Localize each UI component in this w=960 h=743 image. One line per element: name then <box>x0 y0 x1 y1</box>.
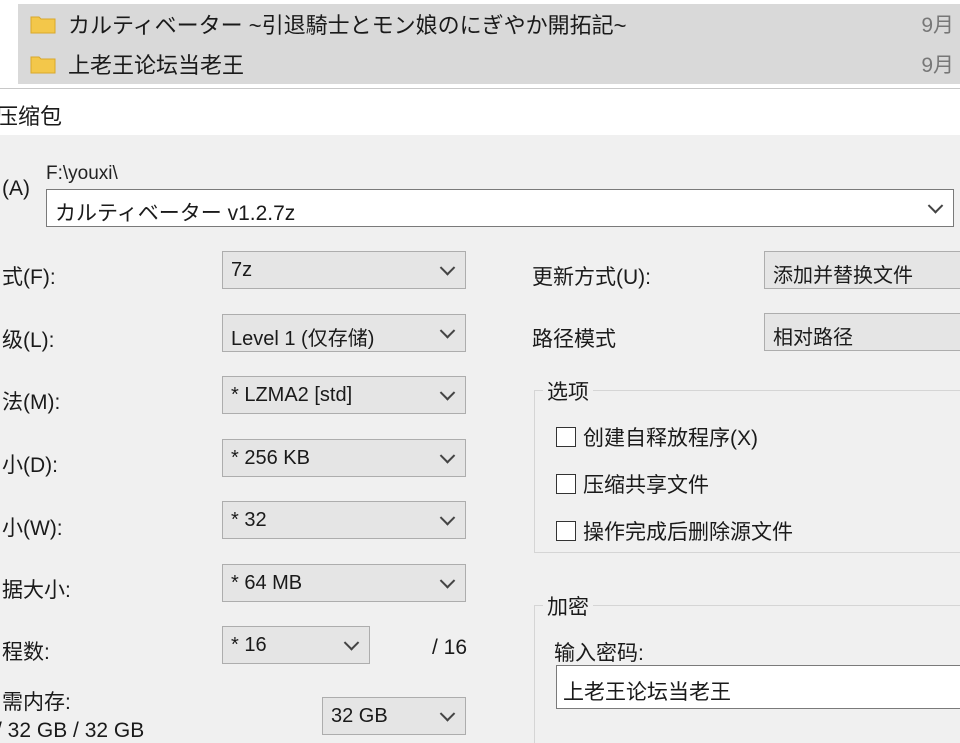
shared-option[interactable]: 压缩共享文件 <box>556 469 709 499</box>
archive-path: F:\youxi\ <box>46 163 118 184</box>
password-label: 输入密码: <box>554 642 644 665</box>
shared-option-label: 压缩共享文件 <box>583 474 709 497</box>
sfx-option[interactable]: 创建自释放程序(X) <box>556 422 758 452</box>
memory-combo-value: 32 GB <box>331 705 388 727</box>
word-label: 小(W): <box>2 517 63 540</box>
pathmode-combo[interactable]: 相对路径 <box>764 313 960 351</box>
format-label: 式(F): <box>2 266 56 289</box>
add-archive-dialog: 压缩包 (A) F:\youxi\ カルティベーター v1.2.7z 式(F):… <box>0 88 960 743</box>
update-value: 添加并替换文件 <box>773 265 913 287</box>
solid-value: * 64 MB <box>231 572 303 594</box>
memory-value: / 32 GB / 32 GB <box>0 719 145 742</box>
dict-label: 小(D): <box>2 454 58 477</box>
file-date: 9月 <box>921 54 954 77</box>
level-combo[interactable]: Level 1 (仅存储) <box>222 314 466 352</box>
dialog-title: 压缩包 <box>0 104 63 129</box>
file-list: カルティベーター ~引退騎士とモン娘のにぎやか開拓記~ 9月 上老王论坛当老王 … <box>0 0 960 88</box>
delete-option[interactable]: 操作完成后删除源文件 <box>556 516 793 546</box>
solid-combo[interactable]: * 64 MB <box>222 564 466 602</box>
archive-label: (A) <box>2 177 30 200</box>
encryption-title: 加密 <box>543 591 593 621</box>
chevron-down-icon[interactable] <box>439 385 456 401</box>
threads-combo[interactable]: * 16 <box>222 626 370 664</box>
file-row[interactable]: カルティベーター ~引退騎士とモン娘のにぎやか開拓記~ 9月 <box>18 4 960 44</box>
password-value: 上老王论坛当老王 <box>563 681 731 704</box>
threads-value: * 16 <box>231 634 267 656</box>
archive-name-value: カルティベーター v1.2.7z <box>55 202 296 225</box>
folder-icon <box>30 54 56 74</box>
level-label: 级(L): <box>2 329 55 352</box>
threads-label: 程数: <box>2 641 50 664</box>
memory-combo[interactable]: 32 GB <box>322 697 466 735</box>
dict-combo[interactable]: * 256 KB <box>222 439 466 477</box>
file-date: 9月 <box>921 14 954 37</box>
dict-value: * 256 KB <box>231 447 310 469</box>
method-value: * LZMA2 [std] <box>231 384 353 406</box>
archive-name-combo[interactable]: カルティベーター v1.2.7z <box>46 189 954 227</box>
threads-max: / 16 <box>432 636 468 659</box>
memory-label: 需内存: <box>2 691 71 714</box>
chevron-down-icon[interactable] <box>439 573 456 589</box>
word-combo[interactable]: * 32 <box>222 501 466 539</box>
sfx-option-label: 创建自释放程序(X) <box>583 427 758 450</box>
folder-icon <box>30 14 56 34</box>
password-input[interactable]: 上老王论坛当老王 <box>556 665 960 709</box>
chevron-down-icon[interactable] <box>439 706 456 722</box>
update-label: 更新方式(U): <box>532 266 651 289</box>
chevron-down-icon[interactable] <box>439 323 456 339</box>
update-combo[interactable]: 添加并替换文件 <box>764 251 960 289</box>
method-label: 法(M): <box>2 391 61 414</box>
file-name: カルティベーター ~引退騎士とモン娘のにぎやか開拓記~ <box>68 13 627 38</box>
checkbox[interactable] <box>556 474 576 494</box>
checkbox[interactable] <box>556 427 576 447</box>
level-value: Level 1 (仅存储) <box>231 328 375 350</box>
format-combo[interactable]: 7z <box>222 251 466 289</box>
dialog-body: (A) F:\youxi\ カルティベーター v1.2.7z 式(F): 7z … <box>0 135 960 743</box>
solid-label: 据大小: <box>2 579 71 602</box>
dialog-titlebar[interactable]: 压缩包 <box>0 89 960 135</box>
file-name: 上老王论坛当老王 <box>68 53 245 78</box>
file-row[interactable]: 上老王论坛当老王 9月 <box>18 44 960 84</box>
word-value: * 32 <box>231 509 267 531</box>
format-value: 7z <box>231 259 253 281</box>
delete-option-label: 操作完成后删除源文件 <box>583 521 793 544</box>
pathmode-value: 相对路径 <box>773 327 853 349</box>
chevron-down-icon[interactable] <box>927 198 944 214</box>
chevron-down-icon[interactable] <box>439 510 456 526</box>
options-title: 选项 <box>543 376 593 406</box>
chevron-down-icon[interactable] <box>343 635 360 651</box>
chevron-down-icon[interactable] <box>439 260 456 276</box>
pathmode-label: 路径模式 <box>532 328 616 351</box>
chevron-down-icon[interactable] <box>439 448 456 464</box>
checkbox[interactable] <box>556 521 576 541</box>
method-combo[interactable]: * LZMA2 [std] <box>222 376 466 414</box>
